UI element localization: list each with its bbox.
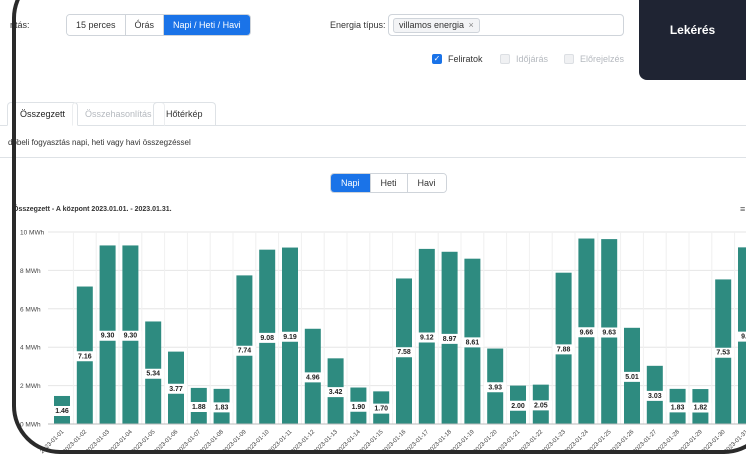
data-label: 7.88: [557, 346, 571, 353]
y-tick-label: 6 MWh: [20, 306, 41, 313]
granularity-selector: 15 perces Órás Napi / Heti / Havi: [66, 14, 251, 36]
y-tick-label: 4 MWh: [20, 345, 41, 352]
data-label: 8.97: [443, 336, 457, 343]
weather-option-label: Időjárás: [516, 54, 549, 64]
data-label: 5.34: [146, 371, 160, 378]
y-tick-label: 10 MWh: [20, 230, 45, 237]
data-label: 3.77: [169, 386, 183, 393]
data-label: 9.66: [580, 329, 594, 336]
view-tabs: Összegzett Összehasonlítás Hőtérkép: [0, 102, 746, 126]
period-weekly-button[interactable]: Heti: [370, 174, 408, 192]
y-tick-label: 8 MWh: [20, 268, 41, 275]
data-label: 5.01: [625, 374, 639, 381]
data-label: 4.96: [306, 374, 320, 381]
view-description: dőbeli fogyasztás napi, heti vagy havi ö…: [8, 138, 191, 147]
forecast-checkbox: [564, 54, 574, 64]
period-daily-button[interactable]: Napi: [331, 174, 371, 192]
labels-checkbox[interactable]: ✓: [432, 54, 442, 64]
data-label: 1.90: [352, 404, 366, 411]
submit-button[interactable]: Lekérés: [639, 0, 746, 80]
data-label: 3.03: [648, 393, 662, 400]
divider: [0, 157, 746, 158]
data-label: 2.05: [534, 402, 548, 409]
chart-title: Összegzett - A központ 2023.01.01. - 202…: [13, 206, 172, 213]
filter-bar: ntás: 15 perces Órás Napi / Heti / Havi …: [0, 0, 746, 92]
data-label: 9.12: [420, 334, 434, 341]
granularity-label: ntás:: [10, 20, 30, 30]
data-label: 7.16: [78, 353, 92, 360]
data-label: 3.93: [488, 384, 502, 391]
data-label: 3.42: [329, 389, 343, 396]
tab-summary[interactable]: Összegzett: [7, 102, 79, 126]
energy-type-label: Energia típus:: [330, 20, 386, 30]
weather-option: Időjárás: [500, 54, 548, 64]
data-label: 1.83: [215, 404, 229, 411]
tab-comparison: Összehasonlítás: [72, 102, 165, 126]
labels-option-label: Feliratok: [448, 54, 483, 64]
data-label: 9.19: [283, 334, 297, 341]
granularity-daily-button[interactable]: Napi / Heti / Havi: [164, 15, 250, 35]
energy-chip-label: villamos energia: [399, 20, 465, 30]
weather-checkbox: [500, 54, 510, 64]
data-label: 9.63: [602, 330, 616, 337]
data-label: 9.2: [741, 334, 746, 341]
data-label: 1.83: [671, 404, 685, 411]
y-tick-label: 0 MWh: [20, 422, 41, 429]
x-tick-label: 2023-01-31: [723, 429, 746, 455]
chart-menu-icon[interactable]: ≡: [740, 204, 745, 214]
data-label: 9.08: [260, 335, 274, 342]
tab-heatmap[interactable]: Hőtérkép: [153, 102, 216, 126]
bar-chart: 0 MWh 2 MWh 4 MWh 6 MWh 8 MWh 10 MWh 1.46 2023-…: [20, 230, 746, 455]
chip-remove-icon[interactable]: ×: [469, 20, 474, 30]
energy-chip: villamos energia ×: [393, 18, 480, 33]
forecast-option: Előrejelzés: [564, 54, 624, 64]
data-label: 7.53: [716, 350, 730, 357]
data-label: 9.30: [101, 333, 115, 340]
granularity-hourly-button[interactable]: Órás: [125, 15, 165, 35]
period-monthly-button[interactable]: Havi: [407, 174, 446, 192]
y-tick-label: 2 MWh: [20, 383, 41, 390]
data-label: 9.30: [124, 333, 138, 340]
data-label: 1.70: [374, 406, 388, 413]
granularity-15min-button[interactable]: 15 perces: [67, 15, 126, 35]
data-label: 2.00: [511, 403, 525, 410]
data-label: 1.46: [55, 408, 69, 415]
data-label: 1.82: [694, 405, 708, 412]
data-label: 7.74: [238, 348, 252, 355]
period-selector: Napi Heti Havi: [330, 173, 447, 193]
data-label: 1.88: [192, 404, 206, 411]
data-label: 8.61: [466, 339, 480, 346]
data-label: 7.58: [397, 349, 411, 356]
labels-option[interactable]: ✓ Feliratok: [432, 54, 483, 64]
forecast-option-label: Előrejelzés: [580, 54, 625, 64]
energy-type-select[interactable]: villamos energia ×: [388, 14, 624, 36]
